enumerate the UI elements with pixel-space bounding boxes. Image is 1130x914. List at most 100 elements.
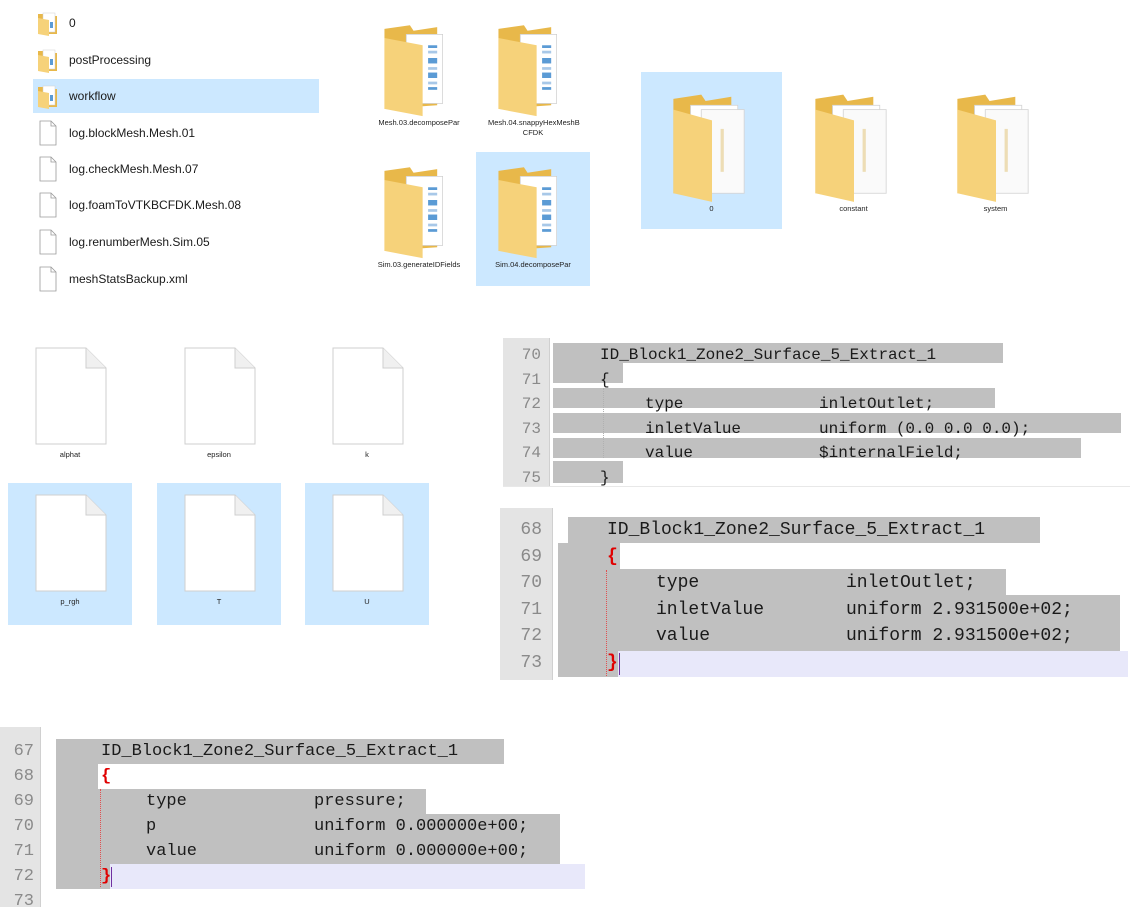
list-item[interactable]: meshStatsBackup.xml [33, 262, 319, 296]
line-number: 73 [520, 652, 542, 673]
folder-tile[interactable]: Sim.04.decomposePar [476, 152, 590, 286]
folder-tile-label: constant [839, 204, 868, 213]
code-value: uniform (0.0 0.0 0.0); [819, 419, 1031, 438]
folder-tile-label: Sim.03.generateIDFields [377, 260, 461, 269]
code-value: pressure; [314, 792, 406, 811]
code-value: inletOutlet; [819, 395, 935, 413]
file-tile[interactable]: k [305, 336, 429, 478]
list-item-label: meshStatsBackup.xml [69, 272, 188, 286]
file-tile-label: epsilon [207, 450, 231, 459]
line-number: 74 [521, 444, 541, 462]
list-item-label: 0 [69, 16, 76, 30]
folder-icon [37, 47, 59, 73]
line-number: 73 [521, 419, 541, 438]
folder-icon [37, 10, 59, 36]
folder-tile-label: Sim.04.decomposePar [495, 260, 571, 269]
code-key: type [645, 395, 684, 413]
list-item[interactable]: log.blockMesh.Mesh.01 [33, 116, 319, 150]
file-icon [37, 120, 59, 146]
code-brace: } [101, 867, 112, 886]
folder-tile[interactable]: Mesh.03.decomposePar [362, 10, 476, 144]
file-icon [37, 192, 59, 218]
list-item-label: postProcessing [69, 53, 152, 67]
code-block-name: ID_Block1_Zone2_Surface_5_Extract_1 [607, 520, 986, 540]
code-value: inletOutlet; [846, 573, 976, 593]
line-number: 69 [520, 546, 542, 567]
code-value: uniform 0.000000e+00; [314, 842, 529, 861]
code-key: type [146, 792, 187, 811]
list-item-label: log.foamToVTKBCFDK.Mesh.08 [69, 198, 242, 212]
line-number: 72 [520, 626, 542, 646]
line-number: 68 [520, 520, 542, 540]
folder-icon [811, 86, 897, 204]
code-block-name: ID_Block1_Zone2_Surface_5_Extract_1 [101, 742, 459, 761]
folder-tile[interactable]: Sim.03.generateIDFields [362, 152, 476, 286]
file-tile[interactable]: U [305, 483, 429, 625]
list-item[interactable]: workflow [33, 79, 319, 113]
line-number: 71 [520, 599, 542, 620]
file-icon [178, 493, 260, 593]
list-item-label: log.blockMesh.Mesh.01 [69, 126, 196, 140]
file-icon [37, 156, 59, 182]
file-icon [37, 266, 59, 292]
file-tile[interactable]: epsilon [157, 336, 281, 478]
file-icon [37, 229, 59, 255]
line-number: 71 [521, 370, 541, 389]
code-editor-u[interactable]: 70 ID_Block1_Zone2_Surface_5_Extract_1 71 {… [503, 338, 1130, 487]
line-number: 70 [520, 573, 542, 593]
code-value: $internalField; [819, 444, 964, 462]
folder-tile-label: system [983, 204, 1008, 213]
folder-icon [37, 83, 59, 109]
code-editor-p[interactable]: 67 ID_Block1_Zone2_Surface_5_Extract_1 68 {… [0, 727, 590, 911]
line-number: 70 [13, 817, 34, 836]
code-value: uniform 2.931500e+02; [846, 599, 1073, 620]
list-item[interactable]: log.checkMesh.Mesh.07 [33, 152, 319, 186]
code-value: uniform 0.000000e+00; [314, 817, 529, 836]
line-number: 69 [13, 792, 34, 811]
code-brace: { [101, 767, 112, 786]
code-key: type [656, 573, 700, 593]
folder-icon [495, 160, 571, 260]
file-icon [326, 493, 408, 593]
line-number: 72 [521, 395, 541, 413]
folder-tile[interactable]: constant [783, 72, 924, 229]
line-number: 71 [13, 842, 34, 861]
editor-separator [503, 486, 1130, 487]
line-number: 73 [13, 892, 34, 911]
file-icon [29, 346, 111, 446]
folder-tile[interactable]: Mesh.04.snappyHexMeshB CFDK [476, 10, 590, 144]
code-value: uniform 2.931500e+02; [846, 626, 1073, 646]
folder-icon [381, 160, 457, 260]
code-block-name: ID_Block1_Zone2_Surface_5_Extract_1 [600, 346, 937, 364]
folder-tile-label: Mesh.03.decomposePar [378, 118, 460, 127]
line-number: 68 [13, 767, 34, 786]
file-tile-label: T [216, 597, 222, 606]
list-item[interactable]: 0 [33, 6, 319, 40]
folder-icon [495, 18, 571, 118]
line-number: 70 [521, 346, 541, 364]
code-key: inletValue [645, 419, 742, 438]
list-item-label: log.renumberMesh.Sim.05 [69, 235, 210, 249]
folder-icon [381, 18, 457, 118]
code-key: p [146, 817, 157, 836]
list-item-label: workflow [69, 89, 116, 103]
file-tile[interactable]: alphat [8, 336, 132, 478]
code-key: value [645, 444, 694, 462]
code-brace: { [600, 370, 610, 389]
folder-tile-label: 0 [709, 204, 714, 213]
list-item-label: log.checkMesh.Mesh.07 [69, 162, 199, 176]
file-icon [29, 493, 111, 593]
line-number: 72 [13, 867, 34, 886]
file-icon [178, 346, 260, 446]
file-tile[interactable]: T [157, 483, 281, 625]
folder-icon [953, 86, 1039, 204]
list-item[interactable]: log.foamToVTKBCFDK.Mesh.08 [33, 188, 319, 222]
list-item[interactable]: postProcessing [33, 43, 319, 77]
file-tile-label: U [364, 597, 370, 606]
folder-tile[interactable]: 0 [641, 72, 782, 229]
file-tile-label: k [365, 450, 369, 459]
list-item[interactable]: log.renumberMesh.Sim.05 [33, 225, 319, 259]
file-tile[interactable]: p_rgh [8, 483, 132, 625]
folder-tile[interactable]: system [925, 72, 1066, 229]
code-editor-t[interactable]: 68 ID_Block1_Zone2_Surface_5_Extract_1 69 {… [500, 508, 1130, 680]
